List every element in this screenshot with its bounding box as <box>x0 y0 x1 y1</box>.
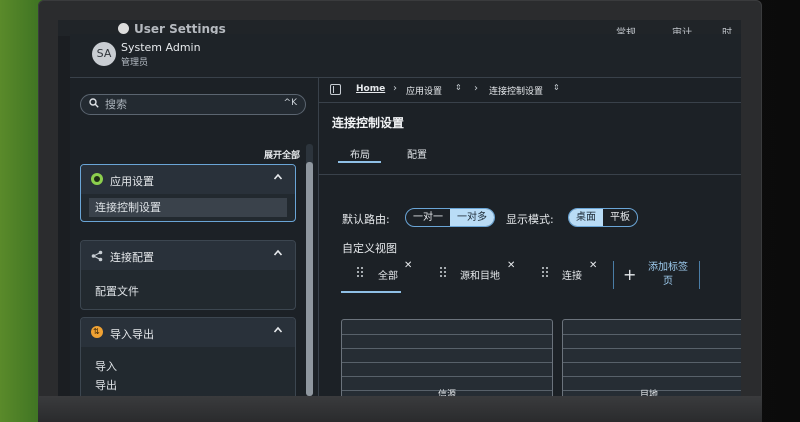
monitor-chin <box>38 396 762 422</box>
background-user-icon <box>118 23 129 34</box>
nav-group-label: 应用设置 <box>110 175 154 188</box>
main-content: Home › 应用设置 ⇕ › 连接控制设置 ⇕ 连接控制设置 布局 配置 默认… <box>319 78 741 396</box>
plus-icon: + <box>623 265 637 284</box>
view-tab-source-dest[interactable]: 源和目地 <box>460 267 500 282</box>
chevron-right-icon: › <box>474 83 478 94</box>
tab-divider <box>613 261 614 289</box>
source-card[interactable]: 信源 <box>341 319 553 396</box>
drag-handle-icon[interactable] <box>542 267 550 279</box>
tab-config[interactable]: 配置 <box>407 146 427 161</box>
user-header: SA System Admin 管理员 <box>70 34 741 78</box>
nav-group-header-connection-config[interactable]: 连接配置 <box>81 241 295 270</box>
avatar[interactable]: SA <box>92 42 116 66</box>
breadcrumb-home[interactable]: Home <box>356 84 385 94</box>
display-option-desktop[interactable]: 桌面 <box>569 209 603 226</box>
nav-group-connection-config: 连接配置 配置文件 <box>80 240 296 310</box>
tabs-divider <box>319 174 741 175</box>
breadcrumb-connection-control[interactable]: 连接控制设置 <box>489 84 543 97</box>
nav-group-label: 连接配置 <box>110 251 154 264</box>
default-route-toggle: 一对一 一对多 <box>405 208 495 227</box>
display-mode-toggle: 桌面 平板 <box>568 208 638 227</box>
user-name: System Admin <box>121 41 201 54</box>
tab-divider <box>699 261 700 289</box>
sidebar: ^K 展开全部 应用设置 连接控制设置 <box>70 78 319 396</box>
destination-card-label: 目地 <box>639 390 658 396</box>
nav-group-header-import-export[interactable]: ⇅ 导入导出 <box>81 318 295 347</box>
sidebar-item-connection-control[interactable]: 连接控制设置 <box>89 198 287 217</box>
nav-group-header-app-settings[interactable]: 应用设置 <box>81 165 295 194</box>
sidebar-item-import[interactable]: 导入 <box>81 357 295 376</box>
source-card-label: 信源 <box>437 390 456 396</box>
expand-all-button[interactable]: 展开全部 <box>264 148 300 161</box>
collapse-sidebar-icon[interactable] <box>330 84 341 95</box>
user-role: 管理员 <box>121 58 149 68</box>
chevron-up-icon[interactable] <box>273 172 283 182</box>
active-tab-indicator <box>338 161 381 163</box>
close-icon[interactable]: ✕ <box>404 260 412 271</box>
search-input[interactable] <box>105 96 265 113</box>
import-export-icon: ⇅ <box>91 326 103 338</box>
breadcrumb-app-settings[interactable]: 应用设置 <box>406 84 442 97</box>
search-box[interactable]: ^K <box>80 94 306 115</box>
destination-card[interactable]: 目地 <box>562 319 741 396</box>
app-settings-icon <box>91 173 103 185</box>
settings-drawer: SA System Admin 管理员 ^K 展开全部 <box>70 34 741 396</box>
nav-group-label: 导入导出 <box>110 328 154 341</box>
search-shortcut: ^K <box>283 98 297 108</box>
view-tab-connections[interactable]: 连接 <box>562 267 582 282</box>
drag-handle-icon[interactable] <box>357 267 365 279</box>
expand-collapse-icon[interactable]: ⇕ <box>455 83 462 92</box>
add-tab-button[interactable]: + 添加标签页 <box>615 261 697 291</box>
close-icon[interactable]: ✕ <box>589 260 597 271</box>
page-title: 连接控制设置 <box>332 116 405 130</box>
search-icon <box>89 98 99 108</box>
sidebar-item-browse[interactable]: 浏览 <box>81 395 295 396</box>
nav-group-app-settings: 应用设置 连接控制设置 <box>80 164 296 222</box>
connection-icon <box>91 250 103 262</box>
display-option-tablet[interactable]: 平板 <box>603 209 637 226</box>
breadcrumb: Home › 应用设置 ⇕ › 连接控制设置 ⇕ <box>319 78 741 103</box>
route-option-one-to-one[interactable]: 一对一 <box>406 209 450 226</box>
expand-collapse-icon[interactable]: ⇕ <box>553 83 560 92</box>
screen: User Settings 常规 审计 时效 SA System Admin 管… <box>58 20 741 396</box>
route-option-one-to-many[interactable]: 一对多 <box>450 209 494 226</box>
active-view-indicator <box>341 291 401 293</box>
close-icon[interactable]: ✕ <box>507 260 515 271</box>
drag-handle-icon[interactable] <box>440 267 448 279</box>
nav-group-import-export: ⇅ 导入导出 导入 导出 浏览 <box>80 317 296 396</box>
add-tab-label: 添加标签页 <box>648 262 688 287</box>
custom-view-label: 自定义视图 <box>342 242 397 255</box>
chevron-up-icon[interactable] <box>273 248 283 258</box>
sidebar-item-profiles[interactable]: 配置文件 <box>81 282 295 301</box>
sidebar-scrollbar-thumb[interactable] <box>306 162 313 396</box>
sidebar-item-export[interactable]: 导出 <box>81 376 295 395</box>
chevron-up-icon[interactable] <box>273 325 283 335</box>
view-tab-all[interactable]: 全部 <box>378 267 398 282</box>
default-route-label: 默认路由: <box>342 213 390 226</box>
display-mode-label: 显示模式: <box>506 213 554 226</box>
chevron-right-icon: › <box>393 83 397 94</box>
tab-layout[interactable]: 布局 <box>350 146 370 161</box>
